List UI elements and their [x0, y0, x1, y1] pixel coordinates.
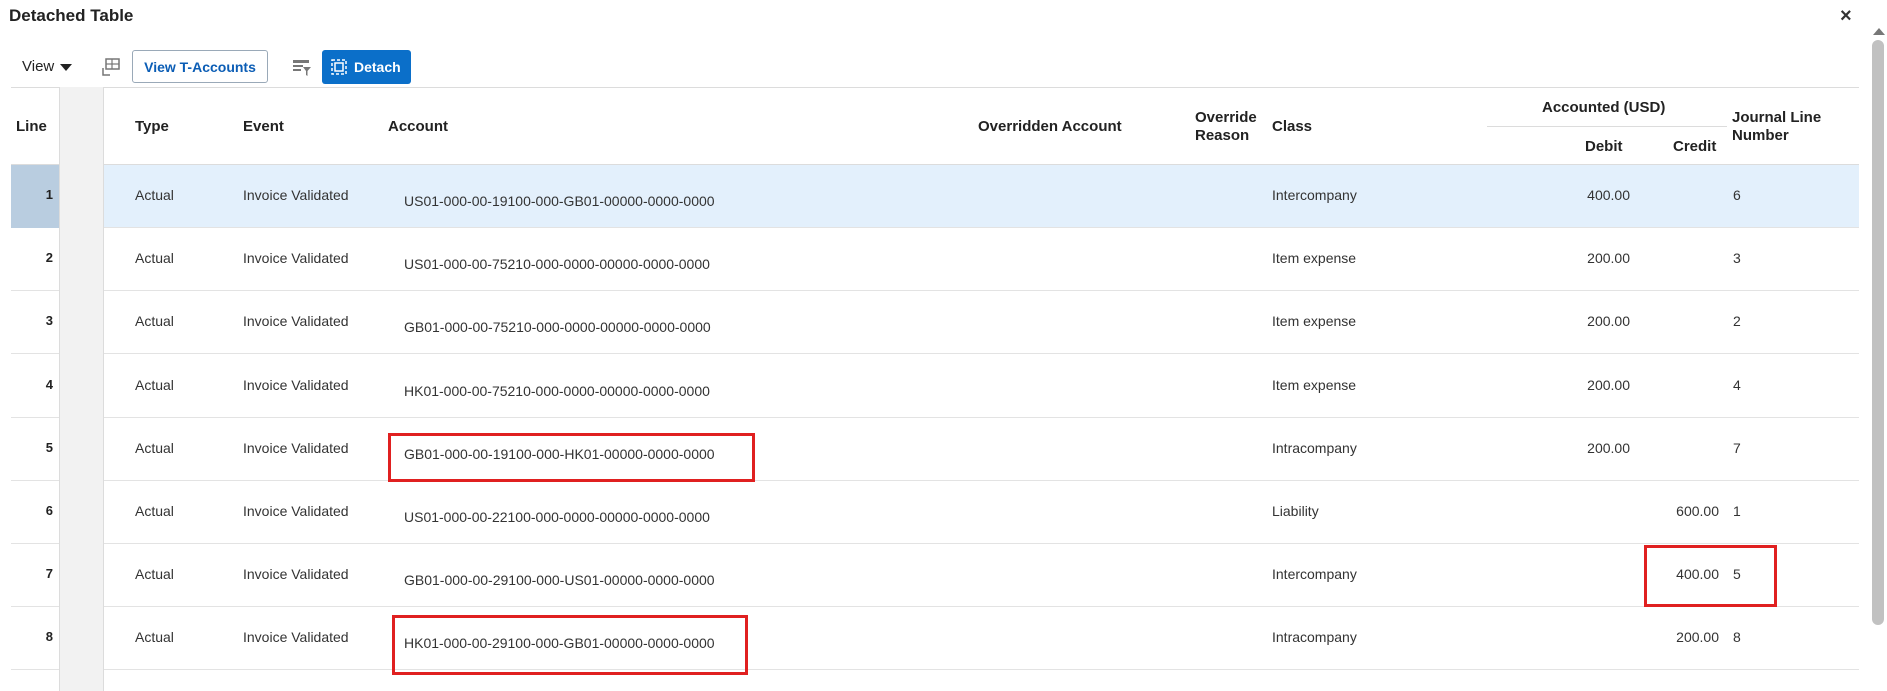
class-cell: Intracompany: [1272, 629, 1357, 646]
column-header-class[interactable]: Class: [1272, 118, 1312, 136]
credit-cell: 200.00: [1676, 629, 1719, 646]
class-cell: Intracompany: [1272, 439, 1357, 456]
event-cell: Invoice Validated: [243, 439, 349, 456]
event-cell: Invoice Validated: [243, 503, 349, 519]
freeze-columns-icon[interactable]: [100, 56, 122, 78]
table-toolbar: View View T-Accounts Detach: [0, 48, 1860, 86]
scroll-up-icon[interactable]: [1873, 28, 1885, 35]
class-cell: Intercompany: [1272, 566, 1357, 583]
type-cell: Actual: [135, 503, 174, 519]
column-header-event[interactable]: Event: [243, 118, 284, 136]
column-header-override-reason-line2: Reason: [1195, 127, 1250, 144]
journal-line-number-cell: 6: [1733, 187, 1741, 203]
event-cell: Invoice Validated: [243, 376, 349, 393]
class-cell: Intercompany: [1272, 187, 1357, 203]
class-cell: Item expense: [1272, 313, 1357, 330]
event-cell: Invoice Validated: [243, 187, 349, 203]
column-header-override-reason-line1: Override: [1195, 109, 1257, 126]
column-header-journal-line-line1: Journal Line: [1732, 109, 1822, 126]
type-cell: Actual: [135, 187, 174, 203]
column-header-line[interactable]: Line: [16, 118, 47, 136]
view-menu-label: View: [22, 58, 55, 75]
account-cell: US01-000-00-22100-000-0000-00000-0000-00…: [404, 509, 710, 525]
debit-cell: 200.00: [1587, 250, 1630, 267]
detach-icon: [331, 59, 347, 75]
type-cell: Actual: [135, 629, 174, 646]
journal-line-number-cell: 2: [1733, 313, 1741, 330]
debit-cell: 400.00: [1587, 187, 1630, 203]
event-cell: Invoice Validated: [243, 629, 349, 646]
journal-line-number-cell: 3: [1733, 250, 1741, 267]
debit-cell: 200.00: [1587, 376, 1630, 393]
table-row[interactable]: 6 Actual Invoice Validated US01-000-00-2210…: [11, 481, 1859, 544]
table-row[interactable]: 5 Actual Invoice Validated GB01-000-00-1910…: [11, 418, 1859, 481]
class-cell: Liability: [1272, 503, 1319, 519]
table-row[interactable]: 8 Actual Invoice Validated HK01-000-00-2910…: [11, 607, 1859, 671]
row-expander-column: [59, 87, 104, 691]
journal-lines-table: Line Type Event Account Overridden Accou…: [11, 87, 1859, 691]
window-title: Detached Table: [9, 6, 134, 25]
close-icon[interactable]: ×: [1840, 5, 1852, 28]
type-cell: Actual: [135, 250, 174, 267]
column-header-accounted-usd: Accounted (USD): [1542, 99, 1666, 116]
account-cell: HK01-000-00-75210-000-0000-00000-0000-00…: [404, 382, 710, 399]
table-row[interactable]: 2 Actual Invoice Validated US01-000-00-7521…: [11, 228, 1859, 292]
column-header-journal-line-number[interactable]: Journal Line Number: [1732, 109, 1821, 145]
view-t-accounts-button[interactable]: View T-Accounts: [132, 50, 268, 83]
type-cell: Actual: [135, 566, 174, 583]
caret-down-icon: [60, 63, 73, 71]
journal-line-number-cell: 7: [1733, 439, 1741, 456]
account-cell: GB01-000-00-19100-000-HK01-00000-0000-00…: [404, 445, 715, 462]
table-row[interactable]: 3 Actual Invoice Validated GB01-000-00-7521…: [11, 291, 1859, 355]
table-row[interactable]: 1 Actual Invoice Validated US01-000-00-1910…: [11, 165, 1859, 228]
class-cell: Item expense: [1272, 376, 1357, 393]
event-cell: Invoice Validated: [243, 250, 349, 267]
class-cell: Item expense: [1272, 250, 1357, 267]
type-cell: Actual: [135, 313, 174, 330]
table-row[interactable]: 4 Actual Invoice Validated HK01-000-00-7521…: [11, 355, 1859, 418]
table-header: Line Type Event Account Overridden Accou…: [11, 87, 1859, 165]
account-cell: GB01-000-00-75210-000-0000-00000-0000-00…: [404, 319, 711, 336]
column-header-type[interactable]: Type: [135, 118, 169, 136]
vertical-scrollbar[interactable]: [1869, 24, 1887, 691]
detach-label: Detach: [354, 59, 401, 75]
scrollbar-thumb[interactable]: [1872, 40, 1884, 625]
credit-cell: 400.00: [1676, 566, 1719, 583]
column-header-credit[interactable]: Credit: [1673, 138, 1716, 156]
credit-cell: 600.00: [1676, 503, 1719, 519]
column-header-override-reason[interactable]: Override Reason: [1195, 109, 1257, 145]
column-header-overridden-account[interactable]: Overridden Account: [978, 118, 1122, 136]
table-row[interactable]: 7 Actual Invoice Validated GB01-000-00-2910…: [11, 544, 1859, 608]
line-number: 7: [45, 566, 53, 582]
line-number: 8: [45, 629, 53, 645]
view-menu-button[interactable]: View: [22, 58, 73, 75]
account-cell: HK01-000-00-29100-000-GB01-00000-0000-00…: [404, 635, 715, 652]
journal-line-number-cell: 4: [1733, 376, 1741, 393]
account-cell: US01-000-00-19100-000-GB01-00000-0000-00…: [404, 193, 715, 209]
journal-line-number-cell: 5: [1733, 566, 1741, 583]
detach-button[interactable]: Detach: [322, 50, 411, 84]
header-group-divider: [1487, 126, 1727, 127]
debit-cell: 200.00: [1587, 439, 1630, 456]
type-cell: Actual: [135, 439, 174, 456]
query-filter-icon[interactable]: [290, 56, 312, 78]
journal-line-number-cell: 1: [1733, 503, 1741, 519]
column-header-debit[interactable]: Debit: [1585, 138, 1623, 156]
debit-cell: 200.00: [1587, 313, 1630, 330]
line-number: 3: [45, 313, 53, 329]
account-cell: GB01-000-00-29100-000-US01-00000-0000-00…: [404, 572, 715, 589]
type-cell: Actual: [135, 376, 174, 393]
account-cell: US01-000-00-75210-000-0000-00000-0000-00…: [404, 256, 710, 273]
journal-line-number-cell: 8: [1733, 629, 1741, 646]
line-number: 6: [45, 503, 53, 518]
line-number: 1: [45, 187, 53, 202]
column-header-account[interactable]: Account: [388, 118, 448, 136]
line-number: 4: [45, 376, 53, 392]
line-number: 5: [45, 439, 53, 455]
event-cell: Invoice Validated: [243, 566, 349, 583]
event-cell: Invoice Validated: [243, 313, 349, 330]
column-header-journal-line-line2: Number: [1732, 127, 1789, 144]
line-number: 2: [45, 250, 53, 266]
